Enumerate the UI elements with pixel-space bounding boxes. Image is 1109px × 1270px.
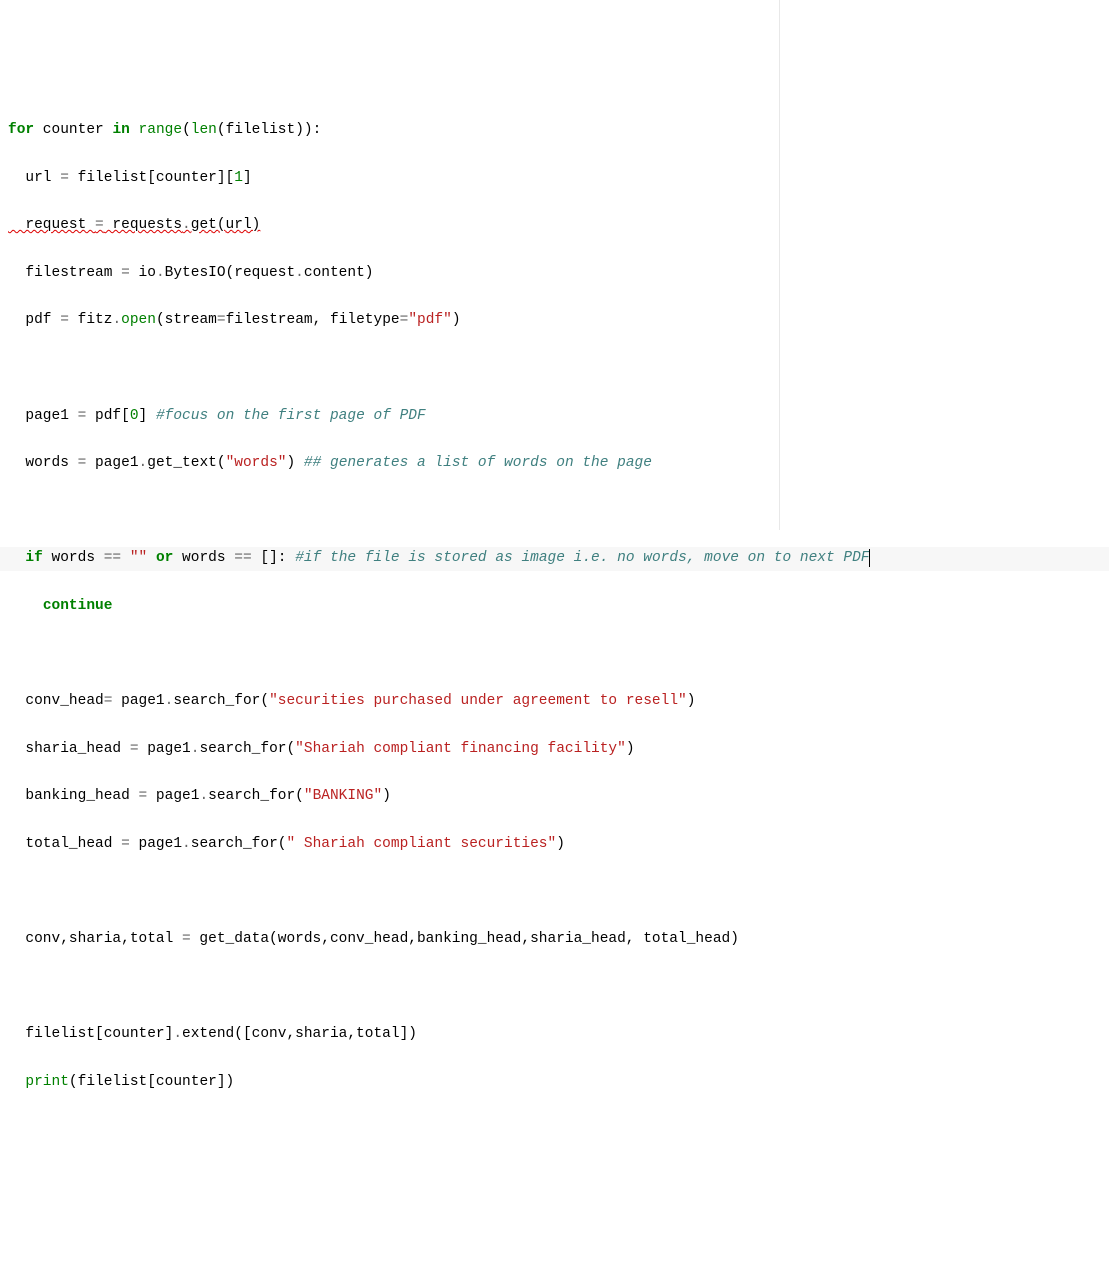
- comment: ## generates a list of words on the page: [304, 455, 652, 471]
- code-line[interactable]: sharia_head = page1.search_for("Shariah …: [0, 738, 1109, 762]
- code-line[interactable]: filestream = io.BytesIO(request.content): [0, 262, 1109, 286]
- keyword-for: for: [8, 122, 34, 138]
- keyword-if: if: [25, 550, 42, 566]
- builtin-open: open: [121, 312, 156, 328]
- keyword-continue: continue: [43, 598, 113, 614]
- code-line[interactable]: words = page1.get_text("words") ## gener…: [0, 452, 1109, 476]
- editor-ruler: [779, 0, 780, 530]
- code-line[interactable]: conv_head= page1.search_for("securities …: [0, 690, 1109, 714]
- code-line[interactable]: page1 = pdf[0] #focus on the first page …: [0, 405, 1109, 429]
- cell-gap: [0, 1237, 1109, 1251]
- code-line[interactable]: conv,sharia,total = get_data(words,conv_…: [0, 928, 1109, 952]
- code-line[interactable]: total_head = page1.search_for(" Shariah …: [0, 833, 1109, 857]
- code-line[interactable]: pdf = fitz.open(stream=filestream, filet…: [0, 309, 1109, 333]
- code-line[interactable]: filelist[counter].extend([conv,sharia,to…: [0, 1023, 1109, 1047]
- code-line-blank[interactable]: [0, 500, 1109, 524]
- code-line[interactable]: url = filelist[counter][1]: [0, 167, 1109, 191]
- code-line-blank[interactable]: [0, 357, 1109, 381]
- code-line[interactable]: banking_head = page1.search_for("BANKING…: [0, 785, 1109, 809]
- keyword-or: or: [156, 550, 173, 566]
- code-line[interactable]: request = requests.get(url): [0, 214, 1109, 238]
- builtin-range: range: [139, 122, 183, 138]
- code-editor[interactable]: for counter in range(len(filelist)): url…: [0, 0, 1109, 1270]
- builtin-print: print: [25, 1074, 69, 1090]
- keyword-in: in: [112, 122, 129, 138]
- code-line[interactable]: for counter in range(len(filelist)):: [0, 119, 1109, 143]
- code-cell[interactable]: for counter in range(len(filelist)): url…: [0, 71, 1109, 1166]
- builtin-len: len: [191, 122, 217, 138]
- text-cursor: [869, 549, 870, 567]
- code-line-active[interactable]: if words == "" or words == []: #if the f…: [0, 547, 1109, 571]
- comment: #if the file is stored as image i.e. no …: [295, 550, 869, 566]
- code-line-blank[interactable]: [0, 643, 1109, 667]
- code-line-blank[interactable]: [0, 880, 1109, 904]
- lint-squiggle: request = requests.get(url): [8, 217, 260, 233]
- comment: #focus on the first page of PDF: [156, 408, 426, 424]
- code-line[interactable]: print(filelist[counter]): [0, 1071, 1109, 1095]
- code-line[interactable]: continue: [0, 595, 1109, 619]
- code-line-blank[interactable]: [0, 976, 1109, 1000]
